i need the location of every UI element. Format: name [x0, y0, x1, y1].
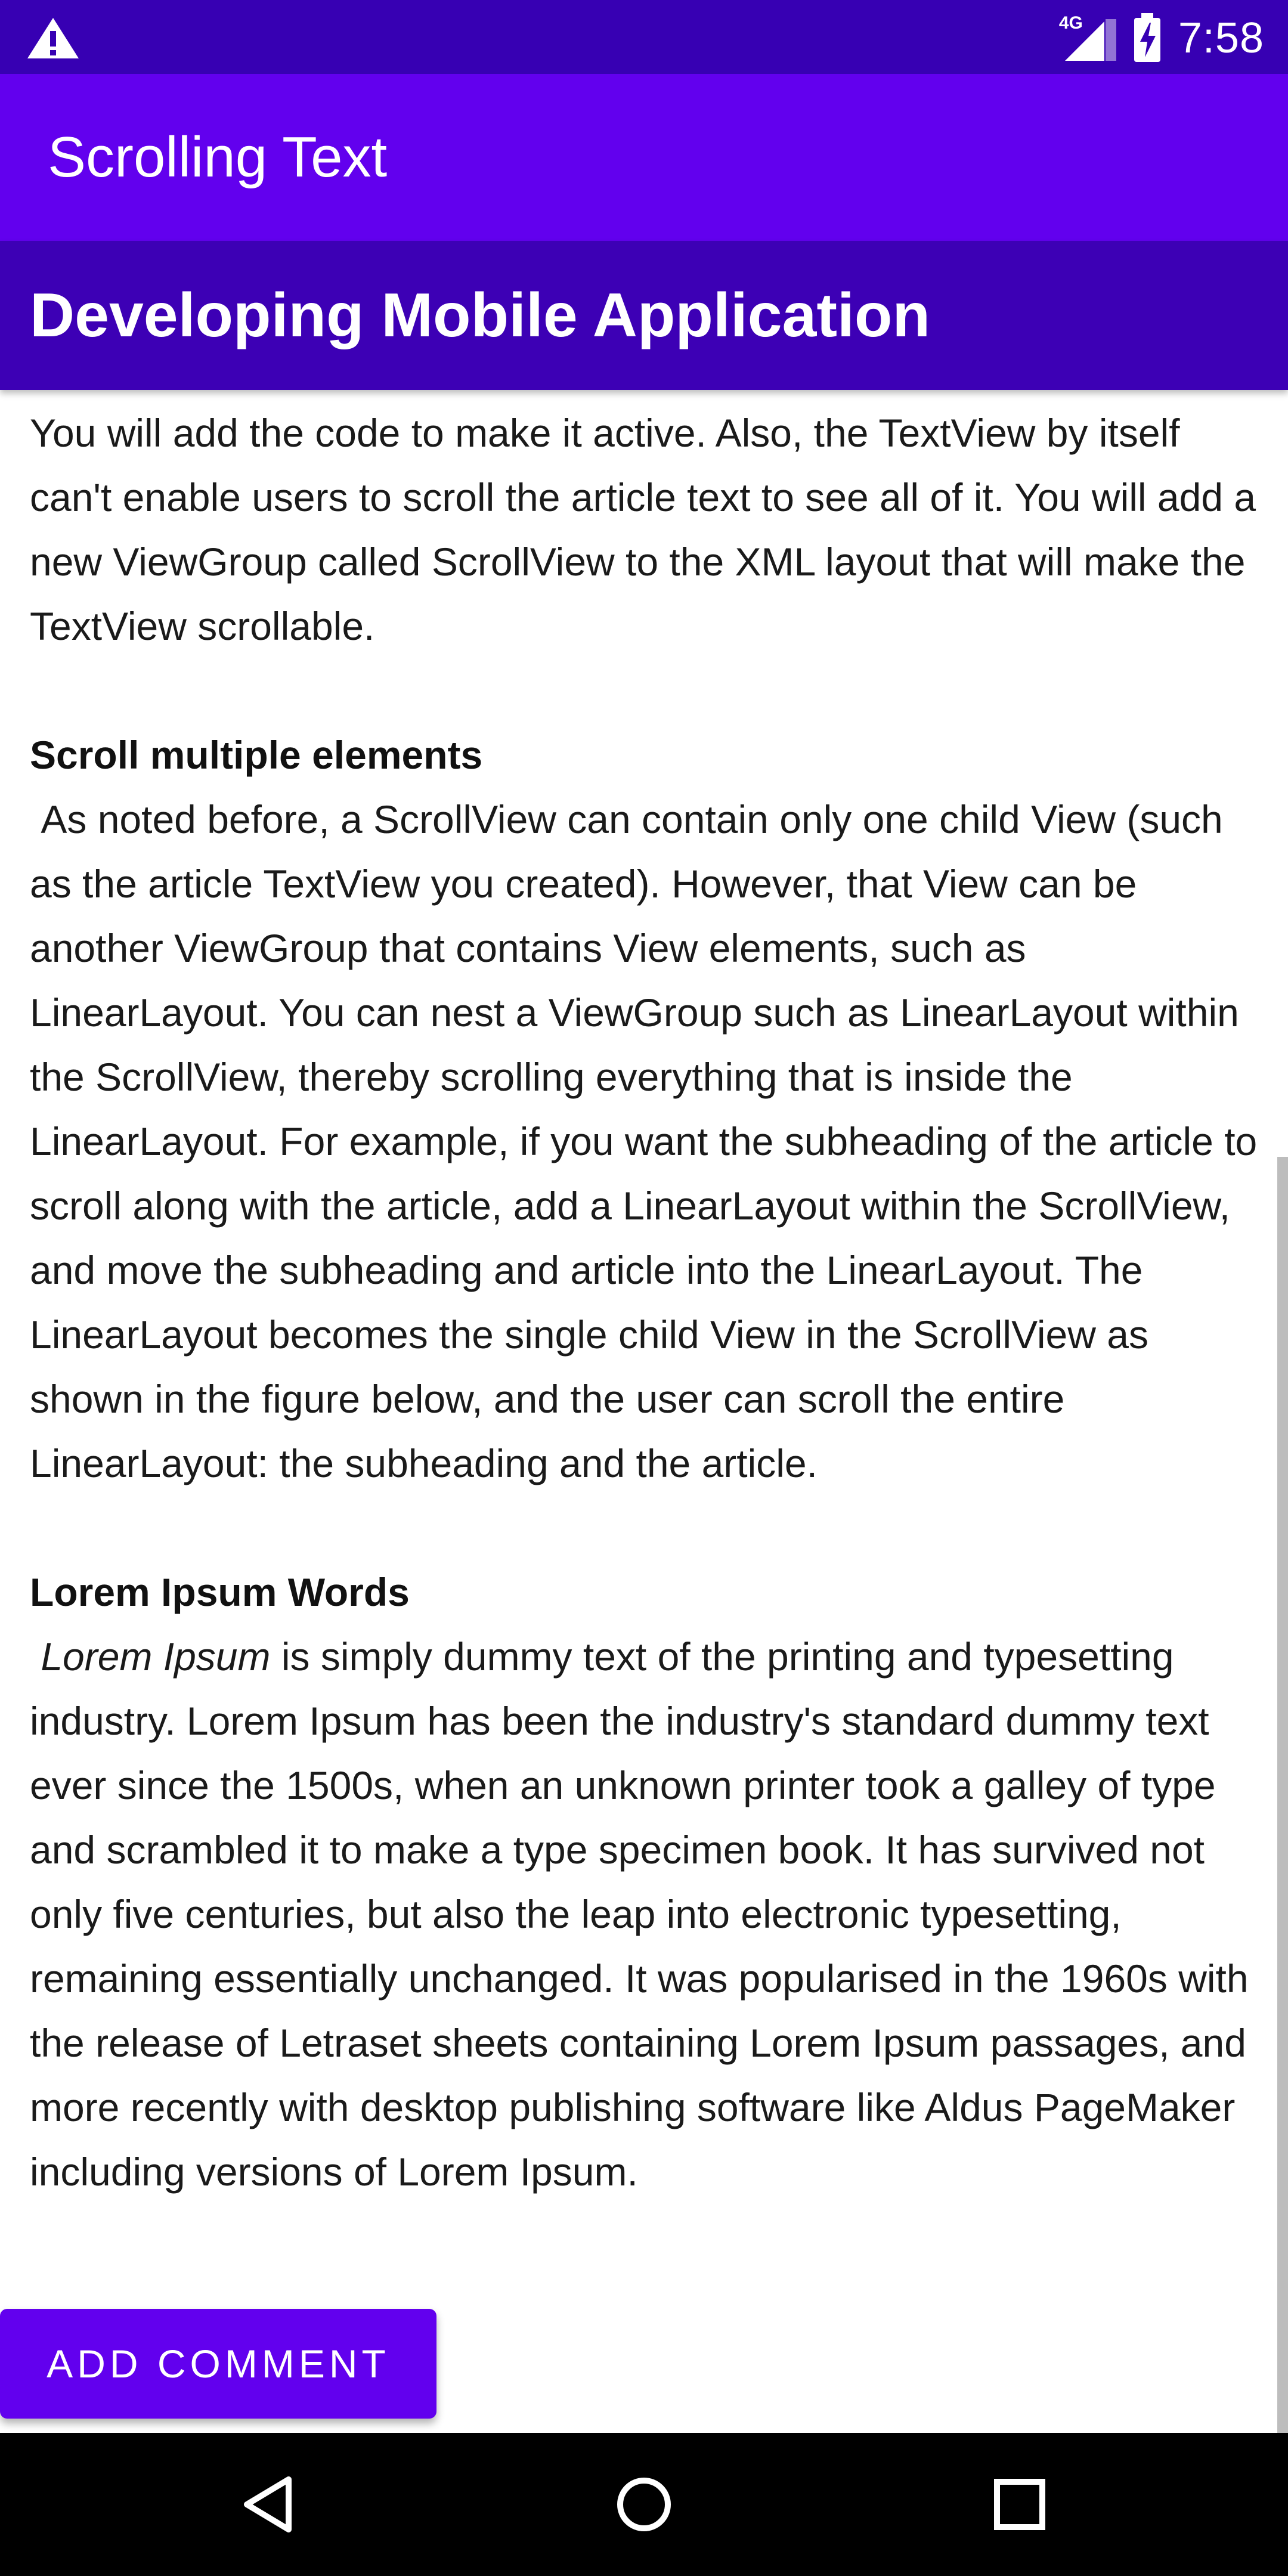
lorem-body-text: is simply dummy text of the printing and…: [30, 1634, 1249, 2194]
navigation-bar: [0, 2433, 1288, 2576]
article-scroll-view[interactable]: You will add the code to make it active.…: [30, 401, 1258, 2204]
back-icon[interactable]: [234, 2469, 305, 2540]
app-title: Scrolling Text: [48, 125, 388, 189]
section-body-text: As noted before, a ScrollView can contai…: [30, 797, 1258, 1485]
article-heading-band: Developing Mobile Application: [0, 241, 1288, 390]
section-body-lorem: Lorem Ipsum is simply dummy text of the …: [30, 1624, 1258, 2204]
article-intro: You will add the code to make it active.…: [30, 411, 1256, 648]
app-bar: Scrolling Text: [0, 74, 1288, 241]
battery-charging-icon: [1134, 13, 1160, 62]
status-bar: 4G 7:58: [0, 0, 1288, 74]
status-time: 7:58: [1178, 14, 1264, 62]
section-title-scroll-multiple: Scroll multiple elements: [30, 733, 483, 777]
screen: 4G 7:58 Scrolling Text Developing Mobile…: [0, 0, 1288, 2576]
recents-icon[interactable]: [984, 2469, 1055, 2540]
article-heading: Developing Mobile Application: [30, 281, 930, 350]
section-body-scroll-multiple: As noted before, a ScrollView can contai…: [30, 787, 1258, 1496]
home-icon[interactable]: [608, 2469, 680, 2540]
warning-icon: [27, 18, 79, 58]
add-comment-button[interactable]: ADD COMMENT: [0, 2309, 436, 2419]
lorem-italic-text: Lorem Ipsum: [41, 1634, 271, 1679]
scrollbar[interactable]: [1277, 1157, 1288, 2433]
signal-icon: 4G: [1059, 13, 1116, 63]
status-indicators: 4G 7:58: [1059, 8, 1264, 68]
section-title-lorem: Lorem Ipsum Words: [30, 1570, 410, 1614]
